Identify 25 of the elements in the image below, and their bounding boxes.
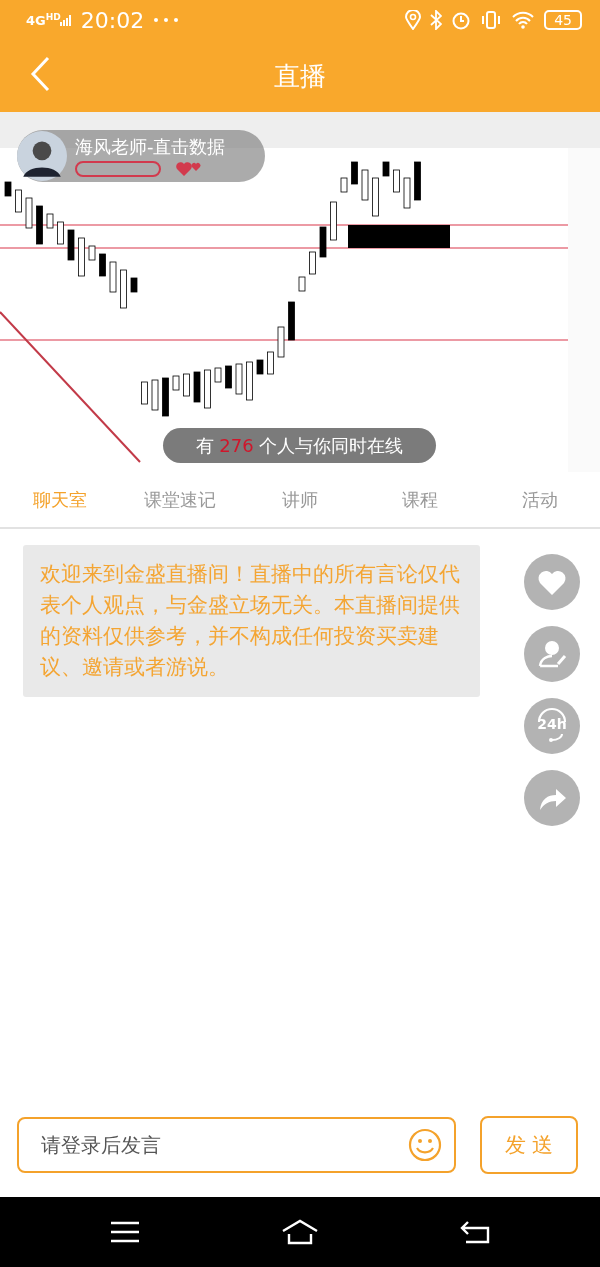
vibrate-icon	[480, 10, 503, 30]
network-indicator: 4G$^{HD}$	[26, 11, 61, 29]
page-title: 直播	[274, 59, 326, 93]
message-input[interactable]: 请登录后发言	[17, 1117, 456, 1173]
send-button[interactable]: 发 送	[480, 1116, 578, 1174]
battery-indicator: 45	[544, 10, 582, 30]
host-name: 海风老师-直击数据	[75, 135, 226, 159]
hearts-icon[interactable]	[175, 161, 203, 177]
signal-icon	[59, 14, 72, 26]
share-icon[interactable]	[524, 770, 580, 826]
location-icon	[405, 10, 422, 30]
emoji-icon[interactable]	[408, 1128, 442, 1162]
back-icon[interactable]	[459, 1220, 490, 1244]
alarm-icon	[451, 10, 472, 30]
notice-message: 欢迎来到金盛直播间！直播中的所有言论仅代表个人观点，与金盛立场无关。本直播间提供的资料仅供参考，并不构成任何投资买卖建议、邀请或者游说。	[23, 545, 480, 697]
clock-time: 20:02	[80, 7, 145, 33]
menu-icon[interactable]	[110, 1221, 141, 1243]
bluetooth-icon	[430, 10, 443, 30]
more-icon	[153, 17, 180, 23]
wifi-icon	[511, 11, 536, 29]
customer-service-icon[interactable]: 24h	[524, 698, 580, 754]
home-icon[interactable]	[281, 1219, 319, 1245]
online-count-text: 有 276 个人与你同时在线	[163, 428, 436, 463]
user-edit-icon[interactable]	[524, 626, 580, 682]
avatar-icon	[17, 131, 67, 181]
